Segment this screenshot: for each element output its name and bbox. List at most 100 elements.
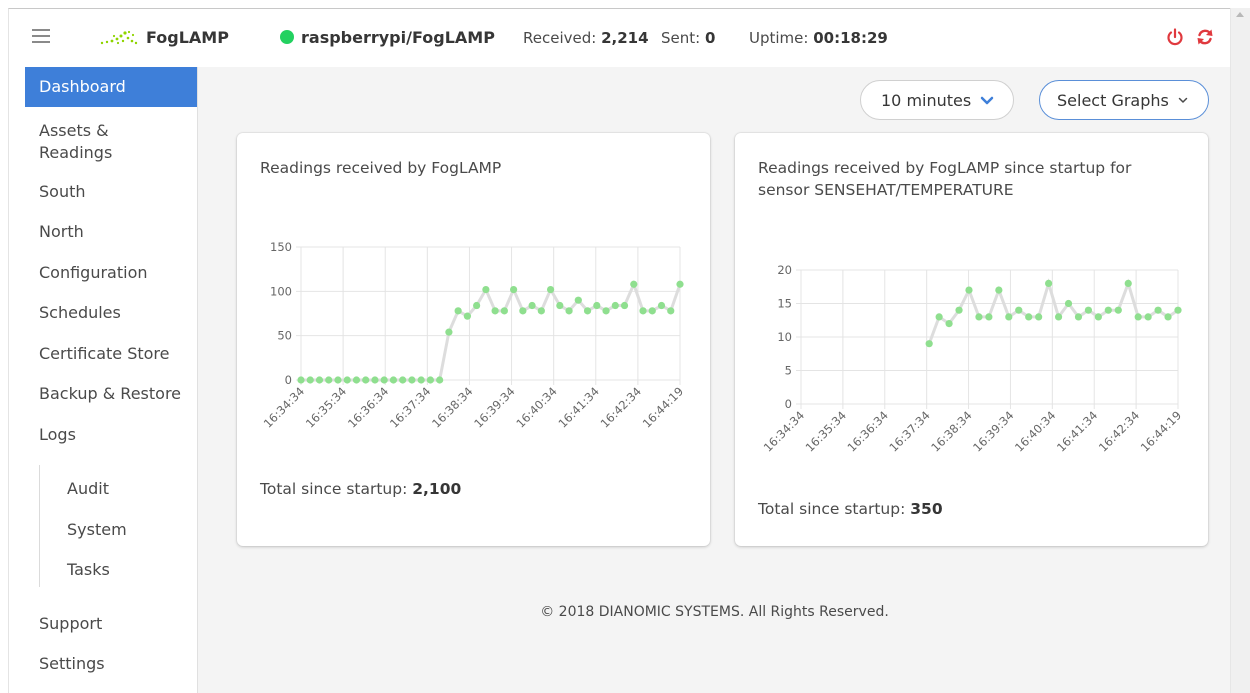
x-tick-label: 16:36:34: [844, 408, 890, 454]
data-point: [352, 376, 361, 384]
uptime-value: 00:18:29: [813, 29, 888, 47]
data-point: [1094, 313, 1102, 321]
card-total: Total since startup: 2,100: [260, 480, 461, 498]
sensor-readings-chart[interactable]: 0 5 10 15 20 16:34:3416:35:3416:36:3416:37:34…: [735, 243, 1208, 503]
sidebar-item-schedules[interactable]: Schedules: [25, 302, 197, 324]
y-tick-label: 20: [777, 263, 792, 277]
data-point: [935, 313, 943, 321]
sent-value: 0: [704, 29, 716, 47]
readings-chart[interactable]: 0 50 100 150 16:34:3416:35:3416:36:3416:37:3…: [237, 223, 710, 483]
x-tick-label: 16:39:34: [471, 384, 517, 430]
x-tick-label: 16:37:34: [387, 384, 433, 430]
sidebar-item-tasks[interactable]: Tasks: [53, 559, 193, 581]
data-point: [1114, 306, 1122, 314]
data-point: [1164, 313, 1172, 321]
x-tick-label: 16:38:34: [429, 384, 475, 430]
footer-copyright: © 2018 DIANOMIC SYSTEMS. All Rights Rese…: [540, 604, 889, 620]
total-label: Total since startup:: [260, 480, 408, 498]
sidebar: Dashboard Assets & Readings South North …: [9, 67, 198, 693]
sidebar-item-certificate-store[interactable]: Certificate Store: [25, 343, 197, 365]
x-tick-label: 16:36:34: [345, 384, 391, 430]
brand-name[interactable]: FogLAMP: [146, 28, 229, 47]
sidebar-item-audit[interactable]: Audit: [53, 478, 193, 500]
data-point: [473, 301, 481, 310]
card-title: Readings received by FogLAMP: [260, 159, 502, 177]
sidebar-item-logs[interactable]: Logs: [25, 424, 197, 446]
scroll-up-arrow-icon[interactable]: [1236, 12, 1244, 17]
data-point: [463, 312, 471, 320]
data-point: [985, 313, 993, 321]
data-point: [593, 301, 601, 310]
sidebar-item-north[interactable]: North: [25, 221, 197, 243]
data-point: [1104, 306, 1112, 314]
sidebar-item-south[interactable]: South: [25, 181, 197, 203]
received-label: Received:: [523, 29, 597, 47]
data-point: [1144, 313, 1152, 321]
data-point: [537, 307, 545, 315]
data-point: [583, 307, 592, 315]
data-point: [510, 285, 518, 294]
data-point: [380, 376, 388, 384]
data-point: [454, 307, 462, 315]
x-tick-label: 16:41:34: [555, 384, 601, 430]
data-point: [325, 376, 333, 384]
data-point: [657, 301, 666, 310]
time-range-dropdown[interactable]: 10 minutes: [860, 80, 1014, 120]
data-point: [1064, 299, 1073, 308]
sent-label: Sent:: [661, 29, 701, 47]
data-point: [519, 307, 527, 315]
sidebar-item-assets-readings[interactable]: Assets & Readings: [25, 120, 197, 164]
chevron-down-icon: [980, 96, 994, 105]
data-point: [389, 376, 398, 384]
menu-icon[interactable]: [32, 29, 50, 43]
data-point: [399, 376, 407, 384]
x-tick-label: 16:44:19: [640, 384, 686, 430]
total-value: 350: [910, 500, 943, 518]
data-point: [676, 280, 684, 288]
time-range-value: 10 minutes: [881, 90, 972, 110]
data-point: [315, 376, 324, 384]
data-point: [965, 286, 973, 294]
x-tick-label: 16:44:19: [1138, 408, 1184, 454]
data-point: [975, 313, 983, 321]
sidebar-item-dashboard[interactable]: Dashboard: [25, 67, 197, 107]
data-point: [306, 376, 314, 384]
select-graphs-dropdown[interactable]: Select Graphs: [1039, 80, 1209, 120]
power-icon[interactable]: [1165, 27, 1185, 47]
chevron-down-icon: [1178, 97, 1188, 103]
received-value: 2,214: [601, 29, 649, 47]
received-stat: Received: 2,214: [523, 29, 649, 47]
x-tick-label: 16:40:34: [513, 384, 559, 430]
logs-submenu-divider: [39, 465, 40, 587]
x-tick-label: 16:39:34: [970, 408, 1016, 454]
readings-card: Readings received by FogLAMP 0 50 100 150 16…: [237, 133, 710, 546]
sidebar-item-settings[interactable]: Settings: [25, 653, 197, 675]
data-point: [1005, 313, 1013, 321]
data-point: [648, 307, 656, 315]
data-point: [417, 376, 425, 384]
sync-icon[interactable]: [1195, 27, 1215, 47]
data-point: [1084, 306, 1093, 314]
data-point: [556, 301, 564, 310]
sidebar-item-backup-restore[interactable]: Backup & Restore: [25, 383, 197, 405]
data-point: [482, 285, 490, 294]
data-point: [1035, 313, 1043, 321]
data-point: [574, 296, 582, 304]
data-point: [1134, 313, 1142, 321]
y-tick-label: 100: [270, 284, 292, 298]
data-point: [1025, 313, 1033, 321]
y-tick-label: 150: [270, 240, 292, 254]
data-point: [297, 376, 305, 384]
x-tick-label: 16:42:34: [598, 384, 644, 430]
y-tick-label: 5: [785, 364, 792, 378]
data-point: [426, 376, 435, 384]
vertical-scrollbar[interactable]: [1230, 8, 1250, 693]
y-tick-label: 0: [785, 397, 792, 411]
sidebar-item-support[interactable]: Support: [25, 613, 197, 635]
y-tick-label: 10: [777, 330, 792, 344]
data-point: [491, 307, 499, 315]
data-point: [1015, 306, 1023, 314]
host-name[interactable]: raspberrypi/FogLAMP: [301, 28, 495, 47]
sidebar-item-configuration[interactable]: Configuration: [25, 262, 197, 284]
sidebar-item-system[interactable]: System: [53, 519, 193, 541]
